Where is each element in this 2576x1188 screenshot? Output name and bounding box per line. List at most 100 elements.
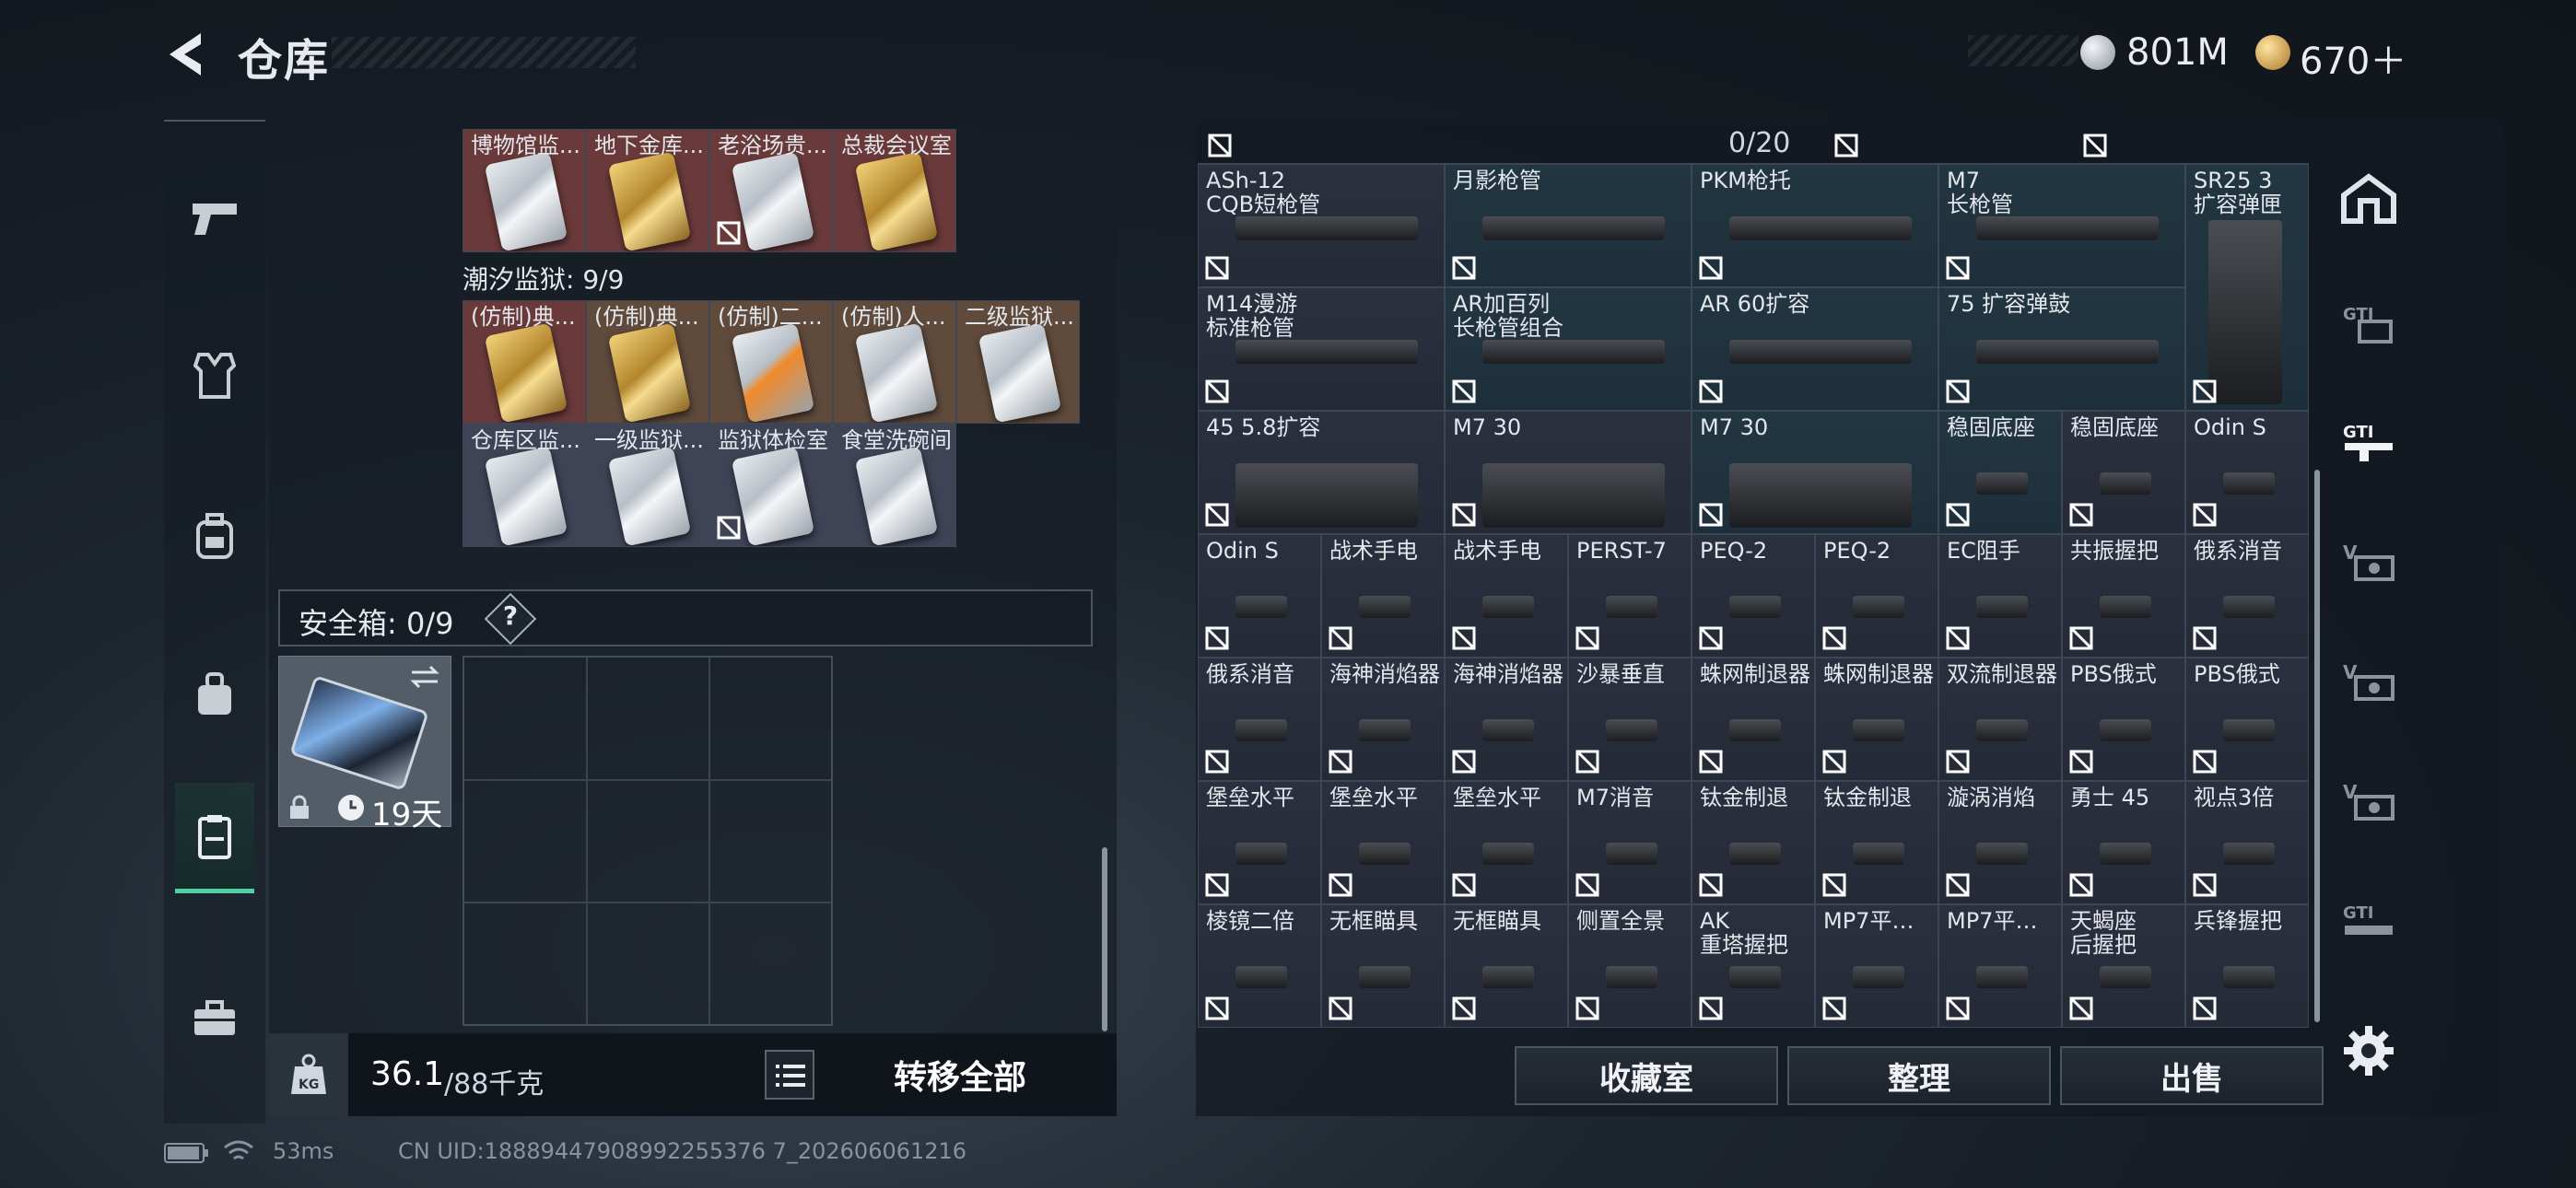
storage-item[interactable]: EC阻手 [1938, 534, 2062, 658]
sort-button[interactable]: 整理 [1787, 1046, 2051, 1105]
nav-gti-3[interactable]: GTI [2327, 877, 2410, 969]
card-slot[interactable]: 地下金库... [586, 129, 709, 252]
nav-gti-1[interactable]: GTI [2327, 278, 2410, 370]
nav-weapon[interactable] [175, 171, 254, 263]
storage-item[interactable]: 天蝎座 后握把 [2062, 904, 2185, 1028]
storage-item[interactable]: 俄系消音 [2185, 534, 2309, 658]
no-insure-icon [1699, 626, 1723, 650]
attachment-icon [1606, 719, 1657, 741]
storage-item[interactable]: M7 30 [1692, 411, 1938, 534]
card-slot[interactable]: 一级监狱... [586, 424, 709, 547]
no-insure-icon [2069, 996, 2093, 1020]
nav-container[interactable] [175, 783, 254, 893]
card-slot[interactable]: (仿制)人... [833, 300, 956, 424]
card-slot[interactable]: (仿制)典... [586, 300, 709, 424]
storage-item[interactable]: Odin S [2185, 411, 2309, 534]
storage-item[interactable]: 堡垒水平 [1321, 781, 1445, 904]
safe-box-item[interactable]: 19天 [278, 656, 451, 833]
attachment-icon [1482, 463, 1665, 528]
storage-item[interactable]: 视点3倍 [2185, 781, 2309, 904]
left-scrollbar[interactable] [1102, 847, 1107, 1031]
storage-item[interactable]: 稳固底座 [2062, 411, 2185, 534]
card-slot[interactable]: 博物馆监... [463, 129, 586, 252]
card-slot[interactable]: 总裁会议室 [833, 129, 956, 252]
storage-item[interactable]: 兵锋握把 [2185, 904, 2309, 1028]
attachment-icon [2223, 596, 2275, 618]
nav-backpack[interactable] [175, 490, 254, 582]
nav-armor[interactable] [175, 330, 254, 422]
storage-item[interactable]: 双流制退器 [1938, 658, 2062, 781]
storage-item[interactable]: 无框瞄具 [1445, 904, 1568, 1028]
storage-item[interactable]: 海神消焰器 [1321, 658, 1445, 781]
right-scrollbar[interactable] [2314, 470, 2320, 1022]
nav-bag[interactable] [175, 648, 254, 740]
card-slot[interactable]: (仿制)典... [463, 300, 586, 424]
storage-item[interactable]: M7消音 [1568, 781, 1692, 904]
safe-box-grid[interactable] [463, 656, 833, 1026]
storage-item[interactable]: ASh-12 CQB短枪管 [1198, 164, 1445, 287]
card-slot[interactable]: 仓库区监... [463, 424, 586, 547]
storage-item[interactable]: 钛金制退 [1815, 781, 1938, 904]
storage-item[interactable]: 战术手电 [1321, 534, 1445, 658]
storage-item[interactable]: PERST-7 [1568, 534, 1692, 658]
storage-item[interactable]: 棱镜二倍 [1198, 904, 1321, 1028]
settings-button[interactable] [2342, 1024, 2395, 1077]
card-slot[interactable]: 食堂洗碗间 [833, 424, 956, 547]
card-slot[interactable]: (仿制)二... [709, 300, 833, 424]
item-name: 45 5.8扩容 [1206, 415, 1321, 439]
storage-item[interactable]: 沙暴垂直 [1568, 658, 1692, 781]
nav-v-3[interactable]: V [2327, 757, 2410, 849]
storage-item[interactable]: Odin S [1198, 534, 1321, 658]
storage-item[interactable]: 蛛网制退器 [1692, 658, 1815, 781]
storage-item[interactable]: M14漫游 标准枪管 [1198, 287, 1445, 411]
storage-item[interactable]: PEQ-2 [1815, 534, 1938, 658]
nav-v-1[interactable]: V [2327, 518, 2410, 610]
sell-button[interactable]: 出售 [2060, 1046, 2324, 1105]
storage-item[interactable]: 侧置全景 [1568, 904, 1692, 1028]
storage-item[interactable]: PKM枪托 [1692, 164, 1938, 287]
storage-item[interactable]: PBS俄式 [2062, 658, 2185, 781]
storage-item[interactable]: M7 30 [1445, 411, 1692, 534]
attachment-icon [1235, 340, 1418, 364]
storage-item[interactable]: 俄系消音 [1198, 658, 1321, 781]
card-slot[interactable]: 老浴场贵... [709, 129, 833, 252]
card-slot[interactable]: 二级监狱... [956, 300, 1080, 424]
storage-item[interactable]: 堡垒水平 [1445, 781, 1568, 904]
gold-coin-icon [2255, 35, 2290, 70]
storage-item[interactable]: PEQ-2 [1692, 534, 1815, 658]
nav-v-2[interactable]: V [2327, 637, 2410, 729]
storage-item[interactable]: MP7平衡... [1815, 904, 1938, 1028]
back-button[interactable] [162, 29, 208, 79]
vault-button[interactable]: 收藏室 [1515, 1046, 1778, 1105]
storage-item[interactable]: 堡垒水平 [1198, 781, 1321, 904]
no-insure-icon [1205, 503, 1229, 527]
storage-item[interactable]: 战术手电 [1445, 534, 1568, 658]
transfer-all-button[interactable]: 转移全部 [822, 1033, 1098, 1116]
no-insure-icon [717, 516, 741, 540]
storage-item[interactable]: 共振握把 [2062, 534, 2185, 658]
storage-item[interactable]: AR加百列 长枪管组合 [1445, 287, 1692, 411]
storage-item[interactable]: 45 5.8扩容 [1198, 411, 1445, 534]
nav-gti-2[interactable]: GTI [2327, 398, 2410, 490]
storage-item[interactable]: 75 扩容弹鼓 [1938, 287, 2185, 411]
storage-item[interactable]: 无框瞄具 [1321, 904, 1445, 1028]
card-slot[interactable]: 监狱体检室 [709, 424, 833, 547]
nav-home[interactable] [2327, 153, 2410, 245]
storage-item[interactable]: PBS俄式 [2185, 658, 2309, 781]
list-view-button[interactable] [765, 1050, 814, 1100]
storage-item[interactable]: 钛金制退 [1692, 781, 1815, 904]
nav-toolbox[interactable] [175, 973, 254, 1065]
storage-item[interactable]: 月影枪管 [1445, 164, 1692, 287]
storage-item[interactable]: 海神消焰器 [1445, 658, 1568, 781]
storage-item[interactable]: 稳固底座 [1938, 411, 2062, 534]
storage-item[interactable]: MP7平衡... [1938, 904, 2062, 1028]
storage-item[interactable]: 勇士 45 [2062, 781, 2185, 904]
storage-item[interactable]: AR 60扩容 [1692, 287, 1938, 411]
storage-item[interactable]: AK 重塔握把 [1692, 904, 1815, 1028]
storage-item[interactable]: M7 长枪管 [1938, 164, 2185, 287]
gti-attachment-icon: GTI [2343, 305, 2393, 344]
storage-item[interactable]: 漩涡消焰 [1938, 781, 2062, 904]
swap-icon[interactable] [408, 664, 441, 690]
storage-item[interactable]: 蛛网制退器 [1815, 658, 1938, 781]
storage-item[interactable]: SR25 3 扩容弹匣 [2185, 164, 2309, 411]
